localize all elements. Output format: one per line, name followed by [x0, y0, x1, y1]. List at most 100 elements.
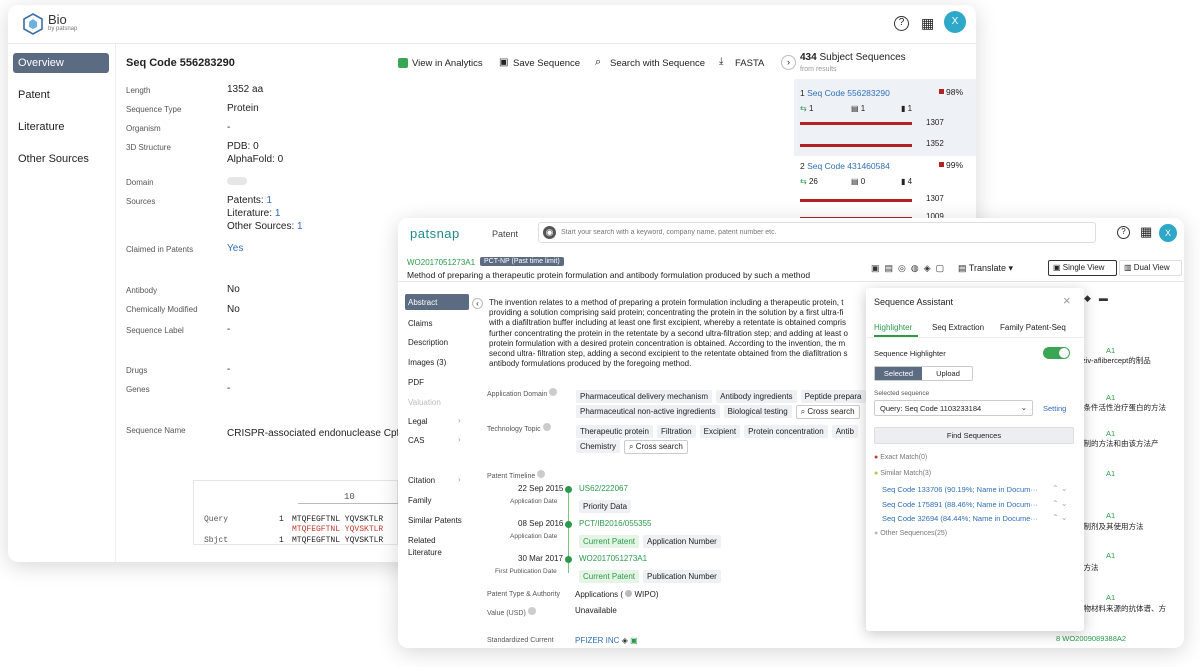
genes-value: - [227, 383, 231, 394]
sidebar-item-literature[interactable]: Literature [18, 121, 64, 133]
collapse-icon[interactable]: ‹ [472, 298, 483, 309]
chevron-right-icon: › [458, 435, 461, 444]
domain-placeholder [227, 177, 247, 185]
find-sequences-button[interactable]: Find Sequences [874, 427, 1074, 444]
avatar[interactable]: X [1159, 224, 1177, 242]
arrow-up-down-icon[interactable]: ⌃ ⌄ [1052, 484, 1068, 493]
nav-family[interactable]: Family [408, 496, 432, 505]
dual-view-button[interactable]: ▥ Dual View [1119, 260, 1182, 276]
single-view-button[interactable]: ▣ Single View [1048, 260, 1117, 276]
apps-grid-icon[interactable]: ▦ [921, 16, 934, 30]
timeline-date-3: 30 Mar 2017 [518, 554, 563, 563]
length-label: Length [126, 86, 151, 95]
translate-button[interactable]: ▤ Translate ▾ [958, 263, 1013, 274]
nav-claims[interactable]: Claims [408, 319, 432, 328]
tab-seq-extraction[interactable]: Seq Extraction [932, 323, 984, 332]
antibody-label: Antibody [126, 286, 158, 295]
std-current-value[interactable]: PFIZER INC ◈ ▣ [575, 636, 638, 645]
nav-abstract[interactable]: Abstract [408, 298, 437, 307]
type-value: Protein [227, 103, 259, 114]
nav-legal[interactable]: Legal [408, 417, 428, 426]
close-icon[interactable]: × [1063, 293, 1071, 308]
view-analytics-button[interactable]: View in Analytics [412, 58, 483, 69]
tab-highlighter[interactable]: Highlighter [874, 323, 912, 332]
selected-button[interactable]: Selected [875, 367, 922, 380]
sidebar-item-patent[interactable]: Patent [18, 89, 50, 101]
save-sequence-button[interactable]: Save Sequence [513, 58, 580, 69]
sources-patents: Patents: 1 [227, 195, 273, 206]
exact-match[interactable]: ● Exact Match(0) [874, 454, 927, 461]
nav-cas[interactable]: CAS [408, 436, 424, 445]
help-icon[interactable]: ? [1117, 226, 1130, 239]
download-icon: ⤓ [719, 56, 724, 67]
result-last[interactable]: 8 WO2009089388A2 [1056, 634, 1126, 643]
sources-patents-link[interactable]: 1 [266, 195, 272, 206]
match-item[interactable]: Seq Code 175891 (88.46%; Name in Docum··… [882, 500, 1038, 509]
subject-item-2-count-b: ▤ 0 [851, 177, 866, 186]
subject-count-heading: 434 Subject Sequences [800, 52, 906, 63]
nav-pdf[interactable]: PDF [408, 378, 424, 387]
chem-value: No [227, 304, 240, 315]
subject-item-2-title[interactable]: 2 Seq Code 431460584 [800, 161, 890, 171]
sources-literature-link[interactable]: 1 [275, 208, 281, 219]
highlighter-toggle[interactable] [1043, 347, 1070, 359]
action-icons[interactable]: ▣▤◎◍◈▢ [871, 263, 949, 274]
structure-label: 3D Structure [126, 143, 171, 152]
timeline-number-2[interactable]: PCT/IB2016/055355 [579, 519, 652, 528]
sources-other-link[interactable]: 1 [297, 221, 303, 232]
cross-search-button-2[interactable]: ⌕ Cross search [624, 440, 688, 454]
globe-icon[interactable]: ◉ [543, 226, 556, 239]
nav-images[interactable]: Images (3) [408, 358, 446, 367]
chevron-right-icon[interactable]: › [781, 55, 796, 70]
tech-tags-2[interactable]: Chemistry ⌕ Cross search [576, 436, 688, 454]
nav-description[interactable]: Description [408, 338, 448, 347]
result-item[interactable]: 生物材料来源的抗体谱、方 [1076, 603, 1166, 614]
apps-grid-icon[interactable]: ▦ [1140, 224, 1152, 240]
subject-item-1-title[interactable]: 1 Seq Code 556283290 [800, 88, 890, 98]
result-item[interactable]: 剂制的方法和由该方法产 [1076, 438, 1159, 449]
query-label: Query [204, 515, 229, 524]
nav-related[interactable]: Related [408, 536, 436, 545]
search-input[interactable] [561, 225, 1081, 240]
result-item[interactable]: 质制剂及其使用方法 [1076, 521, 1144, 532]
fasta-button[interactable]: FASTA [735, 58, 764, 69]
timeline-number-1[interactable]: US62/222067 [579, 484, 628, 493]
sidebar-item-other-sources[interactable]: Other Sources [18, 153, 89, 165]
timeline-dot [565, 486, 572, 493]
claimed-value[interactable]: Yes [227, 243, 243, 254]
save-icon: ▣ [499, 57, 509, 68]
nav-citation[interactable]: Citation [408, 476, 435, 485]
search-box[interactable]: ◉ [538, 222, 1096, 243]
other-sequences[interactable]: ● Other Sequences(25) [874, 530, 947, 537]
publication-number[interactable]: WO2017051273A1 [407, 258, 475, 267]
alignment-ruler [298, 503, 398, 504]
subject-item-1-count-c: ▮ 1 [901, 104, 913, 113]
arrow-up-down-icon[interactable]: ⌃ ⌄ [1052, 499, 1068, 508]
upload-button[interactable]: Upload [924, 367, 972, 380]
setting-link[interactable]: Setting [1043, 404, 1066, 413]
sidebar-item-overview[interactable]: Overview [18, 57, 64, 69]
result-code: A1 [1106, 511, 1116, 520]
nav-similar-patents[interactable]: Similar Patents [408, 516, 462, 525]
timeline-number-3[interactable]: WO2017051273A1 [579, 554, 647, 563]
nav-literature[interactable]: Literature [408, 548, 442, 557]
match-item[interactable]: Seq Code 133706 (90.19%; Name in Docum··… [882, 485, 1038, 494]
timeline-date-label-2: Application Date [510, 533, 558, 540]
cross-search-button[interactable]: ⌕ Cross search [795, 405, 860, 419]
match-item[interactable]: Seq Code 32694 (84.44%; Name in Docume··… [882, 514, 1038, 523]
app-domain-tags-2[interactable]: Pharmaceutical non-active ingredients Bio… [576, 401, 860, 419]
right-panel-icons[interactable]: ◆▬ [1084, 293, 1116, 304]
tab-family-patent-seq[interactable]: Family Patent-Seq [1000, 323, 1066, 332]
help-icon[interactable]: ? [894, 16, 909, 31]
patent-type-label: Patent Type & Authority [487, 591, 561, 598]
arrow-up-down-icon[interactable]: ⌃ ⌄ [1052, 513, 1068, 522]
avatar[interactable]: X [944, 11, 966, 33]
patent-tab[interactable]: Patent [492, 229, 518, 239]
sources-literature: Literature: 1 [227, 208, 281, 219]
result-item[interactable]: ziv-aflibercept的制品 [1082, 355, 1151, 366]
similar-match[interactable]: ● Similar Match(3) [874, 470, 931, 477]
search-with-sequence-button[interactable]: Search with Sequence [610, 58, 705, 69]
sequence-select[interactable]: Query: Seq Code 1103233184 ⌄ [874, 400, 1033, 416]
result-item[interactable]: 发条件活性治疗蛋白的方法 [1076, 402, 1166, 413]
organism-value: - [227, 122, 231, 133]
